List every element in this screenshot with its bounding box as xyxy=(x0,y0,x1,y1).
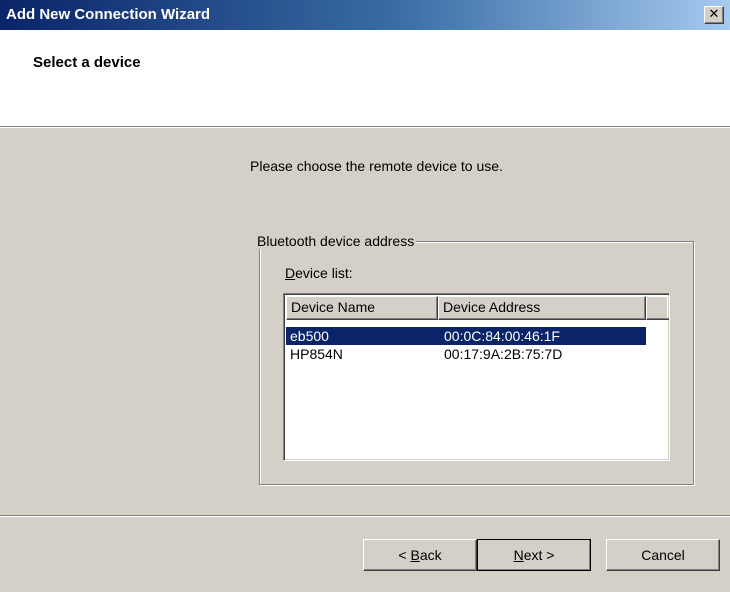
cancel-button[interactable]: Cancel xyxy=(606,539,720,571)
next-label: ext > xyxy=(523,547,555,563)
footer-divider xyxy=(0,515,730,517)
back-button[interactable]: < Back xyxy=(363,539,477,571)
device-list-label-text: evice list: xyxy=(295,265,353,281)
device-list-mnemonic: D xyxy=(285,265,296,281)
page-title: Select a device xyxy=(33,54,141,71)
next-mnemonic: N xyxy=(513,547,524,563)
group-legend: Bluetooth device address xyxy=(255,233,417,249)
device-list[interactable]: Device Name Device Address eb500 00:0C:8… xyxy=(283,293,670,461)
close-icon: ✕ xyxy=(708,7,720,22)
device-address-cell: 00:17:9A:2B:75:7D xyxy=(444,346,563,362)
title-bar[interactable]: Add New Connection Wizard ✕ xyxy=(0,0,730,30)
column-header-device-name[interactable]: Device Name xyxy=(286,296,438,320)
close-button[interactable]: ✕ xyxy=(704,6,724,24)
device-list-label: Device list: xyxy=(285,265,353,281)
device-address-cell: 00:0C:84:00:46:1F xyxy=(444,328,560,344)
header-divider xyxy=(0,126,730,128)
device-name-cell: eb500 xyxy=(290,328,329,344)
wizard-header: Select a device xyxy=(0,30,730,126)
instruction-text: Please choose the remote device to use. xyxy=(250,158,503,174)
next-button[interactable]: Next > xyxy=(477,539,591,571)
list-item-eb500[interactable]: eb500 00:0C:84:00:46:1F xyxy=(286,327,646,345)
back-mnemonic: B xyxy=(410,547,420,563)
back-label: ack xyxy=(419,547,442,563)
list-header: Device Name Device Address xyxy=(286,296,669,320)
column-header-device-address[interactable]: Device Address xyxy=(438,296,646,320)
back-prefix: < xyxy=(398,547,411,563)
column-header-filler xyxy=(646,296,669,320)
list-item-hp854n[interactable]: HP854N 00:17:9A:2B:75:7D xyxy=(286,345,646,363)
window-title: Add New Connection Wizard xyxy=(6,6,211,23)
device-name-cell: HP854N xyxy=(290,346,343,362)
wizard-window: Add New Connection Wizard ✕ Select a dev… xyxy=(0,0,730,592)
